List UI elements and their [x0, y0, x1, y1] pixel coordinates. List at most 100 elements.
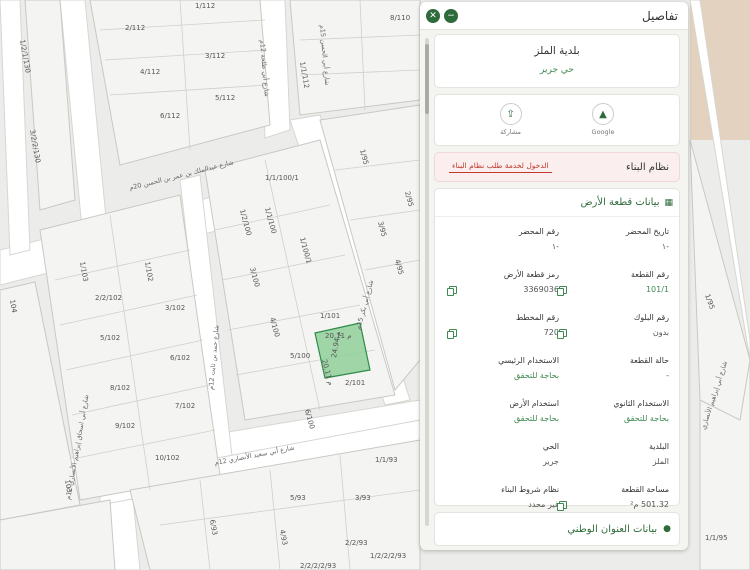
actions-card: ▲ Google ⇪ مشاركة	[434, 94, 680, 146]
svg-text:3/93: 3/93	[355, 494, 371, 502]
share-button[interactable]: ⇪ مشاركة	[499, 103, 522, 145]
land-section-header[interactable]: ▦ بيانات قطعة الأرض	[435, 189, 679, 217]
parcel-no-value: 101/1	[645, 285, 669, 294]
svg-text:1/1/95: 1/1/95	[705, 534, 728, 542]
svg-text:2/2/2/2/93: 2/2/2/2/93	[300, 562, 336, 570]
field-municipality: البلدية الملز	[559, 442, 669, 482]
field-area: مساحة القطعة 501.32 م²	[557, 485, 669, 525]
report-no-value: -١	[551, 242, 559, 251]
municipality-value: الملز	[652, 457, 669, 466]
building-conditions-label: نظام شروط البناء	[501, 485, 559, 494]
land-code-value: 3369036	[523, 285, 559, 294]
district-value: جرير	[543, 457, 559, 466]
svg-text:9/102: 9/102	[115, 422, 135, 430]
municipality-card: بلدية الملز حي جرير	[434, 34, 680, 88]
svg-text:1/1/93: 1/1/93	[375, 456, 398, 464]
svg-text:1/112: 1/112	[195, 2, 215, 10]
location-pin-icon: ●	[663, 524, 671, 534]
building-system-link[interactable]: الدخول لخدمة طلب نظام البناء	[449, 161, 552, 173]
field-main-use: الاستخدام الرئيسي بحاجة للتحقق	[449, 356, 559, 396]
svg-text:5/102: 5/102	[100, 334, 120, 342]
secondary-use-label: الاستخدام الثانوي	[613, 399, 669, 408]
land-use-value: بحاجة للتحقق	[514, 414, 559, 423]
building-system-label: نظام البناء	[625, 161, 669, 173]
report-date-label: تاريخ المحضر	[625, 227, 669, 236]
parcel-status-label: حالة القطعة	[629, 356, 669, 365]
field-parcel-no: رقم القطعة 101/1	[557, 270, 669, 310]
svg-text:2/2/93: 2/2/93	[345, 539, 368, 547]
address-section-title: بيانات العنوان الوطني	[567, 523, 658, 535]
area-value: 501.32 م²	[630, 500, 669, 509]
svg-text:4/112: 4/112	[140, 68, 160, 76]
plan-no-label: رقم المخطط	[515, 313, 559, 322]
land-use-label: استخدام الأرض	[509, 399, 559, 408]
land-code-label: رمز قطعة الأرض	[503, 270, 559, 279]
municipality-label: البلدية	[649, 442, 669, 451]
svg-text:6/102: 6/102	[170, 354, 190, 362]
land-section-title: بيانات قطعة الأرض	[580, 197, 660, 208]
svg-text:5/93: 5/93	[290, 494, 306, 502]
copy-icon[interactable]	[557, 285, 567, 296]
block-no-value: بدون	[652, 328, 669, 337]
field-report-no: رقم المحضر -١	[449, 227, 559, 267]
svg-text:10/102: 10/102	[155, 454, 180, 462]
copy-icon[interactable]	[557, 328, 567, 339]
parcel-no-label: رقم القطعة	[631, 270, 669, 279]
block-no-label: رقم البلوك	[633, 313, 669, 322]
svg-text:2/101: 2/101	[345, 379, 365, 387]
field-plan-no: رقم المخطط 720	[447, 313, 559, 353]
building-conditions-value: غير محدد	[528, 500, 559, 509]
svg-text:3/112: 3/112	[205, 52, 225, 60]
field-block-no: رقم البلوك بدون	[557, 313, 669, 353]
building-system-card: نظام البناء الدخول لخدمة طلب نظام البناء	[434, 152, 680, 182]
google-maps-icon: ▲	[592, 103, 615, 125]
land-fields: تاريخ المحضر -١ رقم المحضر -١ رقم القطعة…	[435, 217, 679, 525]
share-icon: ⇪	[499, 103, 522, 125]
svg-text:6/112: 6/112	[160, 112, 180, 120]
svg-text:3/102: 3/102	[165, 304, 185, 312]
scroll-thumb[interactable]	[425, 44, 429, 114]
field-building-conditions: نظام شروط البناء غير محدد	[449, 485, 559, 525]
svg-text:5/112: 5/112	[215, 94, 235, 102]
district-label: الحي	[542, 442, 559, 451]
copy-icon[interactable]	[557, 500, 567, 511]
field-district: الحي جرير	[449, 442, 559, 482]
minimize-icon[interactable]: −	[444, 8, 458, 23]
details-panel: تفاصيل ✕ − بلدية الملز حي جرير ▲ Google …	[420, 2, 688, 550]
svg-text:8/110: 8/110	[390, 14, 410, 22]
report-no-label: رقم المحضر	[518, 227, 559, 236]
svg-text:1/1/100/1: 1/1/100/1	[265, 174, 299, 182]
svg-text:2/112: 2/112	[125, 24, 145, 32]
panel-title: تفاصيل	[642, 8, 678, 23]
svg-text:7/102: 7/102	[175, 402, 195, 410]
svg-text:1/101: 1/101	[320, 312, 340, 320]
panel-body: بلدية الملز حي جرير ▲ Google ⇪ مشاركة نظ…	[434, 34, 680, 546]
google-label: Google	[591, 128, 615, 136]
field-land-code: رمز قطعة الأرض 3369036	[447, 270, 559, 310]
map-icon: ▦	[664, 197, 673, 208]
close-icon[interactable]: ✕	[426, 8, 440, 23]
field-land-use: استخدام الأرض بحاجة للتحقق	[449, 399, 559, 439]
svg-text:8/102: 8/102	[110, 384, 130, 392]
area-label: مساحة القطعة	[621, 485, 669, 494]
main-use-label: الاستخدام الرئيسي	[498, 356, 559, 365]
main-use-value: بحاجة للتحقق	[514, 371, 559, 380]
copy-icon[interactable]	[447, 328, 457, 339]
parcel-status-value: -	[666, 371, 669, 380]
field-report-date: تاريخ المحضر -١	[559, 227, 669, 267]
secondary-use-value: بحاجة للتحقق	[624, 414, 669, 423]
share-label: مشاركة	[500, 128, 522, 136]
panel-scrollbar[interactable]	[425, 38, 429, 526]
svg-text:5/100: 5/100	[290, 352, 310, 360]
field-secondary-use: الاستخدام الثانوي بحاجة للتحقق	[559, 399, 669, 439]
district-name: حي جرير	[540, 65, 574, 75]
svg-text:2/2/102: 2/2/102	[95, 294, 122, 302]
google-button[interactable]: ▲ Google	[591, 103, 615, 145]
report-date-value: -١	[661, 242, 669, 251]
copy-icon[interactable]	[447, 285, 457, 296]
panel-header: تفاصيل ✕ −	[420, 2, 688, 30]
municipality-name: بلدية الملز	[534, 45, 580, 57]
svg-text:1/2/2/2/93: 1/2/2/2/93	[370, 552, 406, 560]
field-parcel-status: حالة القطعة -	[559, 356, 669, 396]
land-data-card: ▦ بيانات قطعة الأرض تاريخ المحضر -١ رقم …	[434, 188, 680, 511]
